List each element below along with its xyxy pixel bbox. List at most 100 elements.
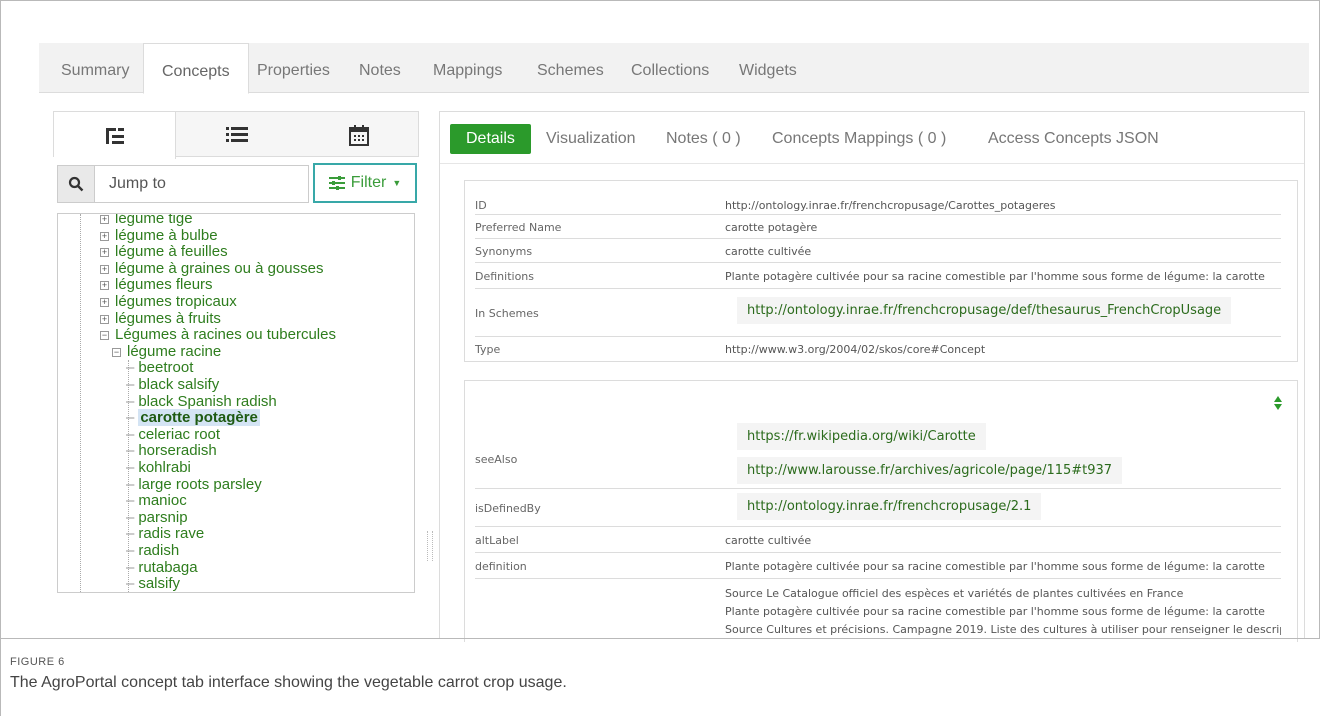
detail-row-id: ID http://ontology.inrae.fr/frenchcropus… bbox=[475, 193, 1281, 215]
date-view-tab[interactable] bbox=[298, 112, 420, 158]
sliders-icon bbox=[328, 176, 345, 190]
tree-item-label: large roots parsley bbox=[138, 475, 262, 493]
tree-connector: – bbox=[126, 392, 135, 410]
detail-row-preferred-name: Preferred Name carotte potagère bbox=[475, 215, 1281, 239]
tree-item[interactable]: – radish bbox=[126, 543, 179, 559]
details-tab-bar: Details Visualization Notes ( 0 ) Concep… bbox=[440, 112, 1304, 164]
tree-item-label: beetroot bbox=[138, 359, 194, 377]
isdefinedby-link[interactable]: http://ontology.inrae.fr/frenchcropusage… bbox=[737, 493, 1042, 520]
tree-item-label: légumes fleurs bbox=[115, 276, 213, 294]
tree-view-tab[interactable] bbox=[54, 112, 176, 159]
detail-value: Plante potagère cultivée pour sa racine … bbox=[725, 270, 1265, 283]
expand-icon[interactable]: + bbox=[100, 248, 109, 258]
screenshot-frame: Summary Concepts Properties Notes Mappin… bbox=[0, 0, 1320, 642]
tab-mappings[interactable]: Mappings bbox=[415, 43, 520, 93]
tree-item[interactable]: – black Spanish radish bbox=[126, 392, 277, 410]
tree-connector: – bbox=[126, 376, 135, 393]
tree-item-selected[interactable]: – carotte potagère bbox=[126, 409, 260, 427]
tab-visualization[interactable]: Visualization bbox=[546, 124, 636, 154]
tree-item[interactable]: – rutabaga bbox=[126, 558, 198, 576]
panel-splitter-handle[interactable] bbox=[427, 531, 433, 561]
property-key: definition bbox=[475, 560, 527, 573]
tab-properties[interactable]: Properties bbox=[239, 43, 348, 93]
detail-value: carotte cultivée bbox=[725, 245, 812, 258]
jump-to-search: Filter ▼ bbox=[57, 163, 417, 203]
tree-connector: – bbox=[126, 542, 135, 559]
properties-card: seeAlso https://fr.wikipedia.org/wiki/Ca… bbox=[464, 380, 1298, 642]
detail-key: Type bbox=[475, 343, 501, 356]
property-note: Plante potagère cultivée pour sa racine … bbox=[725, 605, 1265, 618]
detail-row-type: Type http://www.w3.org/2004/02/skos/core… bbox=[475, 337, 1281, 361]
tab-concepts-mappings[interactable]: Concepts Mappings ( 0 ) bbox=[772, 124, 946, 154]
detail-row-synonyms: Synonyms carotte cultivée bbox=[475, 239, 1281, 263]
tree-item[interactable]: + légumes tropicaux bbox=[100, 294, 237, 310]
tree-item[interactable]: + légume à bulbe bbox=[100, 227, 218, 244]
detail-key: Preferred Name bbox=[475, 221, 562, 234]
seealso-link[interactable]: http://www.larousse.fr/archives/agricole… bbox=[737, 457, 1123, 484]
figure-label: FIGURE 6 bbox=[10, 656, 65, 668]
sort-icon[interactable] bbox=[1273, 395, 1283, 411]
tree-item[interactable]: – manioc bbox=[126, 493, 187, 509]
property-row-isdefinedby: isDefinedBy http://ontology.inrae.fr/fre… bbox=[475, 489, 1281, 527]
tree-item[interactable]: + légume à feuilles bbox=[100, 244, 228, 260]
tree-item[interactable]: − Légumes à racines ou tubercules bbox=[100, 327, 336, 343]
tree-item[interactable]: – beetroot bbox=[126, 360, 193, 376]
tree-item-label: rutabaga bbox=[138, 558, 198, 576]
collapse-icon[interactable]: − bbox=[100, 331, 109, 341]
property-note: Source Cultures et précisions. Campagne … bbox=[725, 623, 1281, 636]
list-view-tab[interactable] bbox=[176, 112, 298, 158]
tree-item-label: légumes à fruits bbox=[115, 309, 221, 327]
tab-collections[interactable]: Collections bbox=[613, 43, 727, 93]
expand-icon[interactable]: + bbox=[100, 264, 109, 274]
tree-view-switcher bbox=[53, 111, 420, 159]
expand-icon[interactable]: + bbox=[100, 298, 109, 307]
property-value: carotte cultivée bbox=[725, 534, 812, 547]
collapse-icon[interactable]: − bbox=[112, 347, 121, 357]
tree-item[interactable]: – salsify bbox=[126, 576, 180, 592]
tree-item[interactable]: + légume tige bbox=[100, 214, 193, 227]
tree-item[interactable]: – radis rave bbox=[126, 526, 204, 542]
scheme-link[interactable]: http://ontology.inrae.fr/frenchcropusage… bbox=[737, 297, 1232, 324]
tree-connector: – bbox=[126, 558, 135, 576]
filter-button[interactable]: Filter ▼ bbox=[313, 163, 417, 203]
tab-concepts[interactable]: Concepts bbox=[143, 43, 249, 94]
tab-notes-count[interactable]: Notes ( 0 ) bbox=[666, 124, 741, 154]
property-key: seeAlso bbox=[475, 453, 518, 466]
tree-item[interactable]: – parsnip bbox=[126, 509, 188, 526]
figure-caption: The AgroPortal concept tab interface sho… bbox=[10, 674, 567, 691]
expand-icon[interactable]: + bbox=[100, 314, 109, 324]
tree-connector: – bbox=[126, 359, 135, 377]
tab-access-json[interactable]: Access Concepts JSON bbox=[988, 124, 1159, 154]
tab-notes[interactable]: Notes bbox=[341, 43, 419, 93]
tree-item-label: légume à graines ou à gousses bbox=[115, 259, 324, 277]
caret-down-icon: ▼ bbox=[392, 178, 402, 188]
tab-details[interactable]: Details bbox=[450, 124, 531, 154]
tree-connector: – bbox=[126, 492, 135, 510]
tree-item-label: manioc bbox=[138, 492, 187, 510]
tree-view-icon bbox=[105, 127, 124, 144]
tree-item[interactable]: – black salsify bbox=[126, 377, 219, 393]
detail-row-definitions: Definitions Plante potagère cultivée pou… bbox=[475, 263, 1281, 289]
expand-icon[interactable]: + bbox=[100, 231, 109, 241]
tree-item[interactable]: + légumes à fruits bbox=[100, 309, 221, 327]
tab-schemes[interactable]: Schemes bbox=[519, 43, 622, 93]
expand-icon[interactable]: + bbox=[100, 281, 109, 291]
tree-item[interactable]: – horseradish bbox=[126, 443, 217, 459]
tree-item-label: légume racine bbox=[127, 342, 222, 360]
jump-to-input[interactable] bbox=[95, 165, 309, 203]
search-icon[interactable] bbox=[57, 165, 95, 203]
property-row-definition: definition Plante potagère cultivée pour… bbox=[475, 553, 1281, 579]
property-row-altlabel: altLabel carotte cultivée bbox=[475, 527, 1281, 553]
seealso-link[interactable]: https://fr.wikipedia.org/wiki/Carotte bbox=[737, 423, 986, 450]
tree-item[interactable]: + légume à graines ou à gousses bbox=[100, 259, 324, 277]
tree-item[interactable]: – large roots parsley bbox=[126, 475, 262, 493]
tree-item[interactable]: – kohlrabi bbox=[126, 460, 191, 476]
tree-item[interactable]: + légumes fleurs bbox=[100, 277, 213, 293]
tab-summary[interactable]: Summary bbox=[43, 43, 147, 93]
detail-key: In Schemes bbox=[475, 307, 539, 320]
caption-divider bbox=[0, 638, 1320, 639]
expand-icon[interactable]: + bbox=[100, 215, 109, 224]
tab-widgets[interactable]: Widgets bbox=[721, 43, 815, 93]
tree-item[interactable]: – celeriac root bbox=[126, 426, 220, 443]
tree-item[interactable]: − légume racine bbox=[112, 342, 222, 360]
